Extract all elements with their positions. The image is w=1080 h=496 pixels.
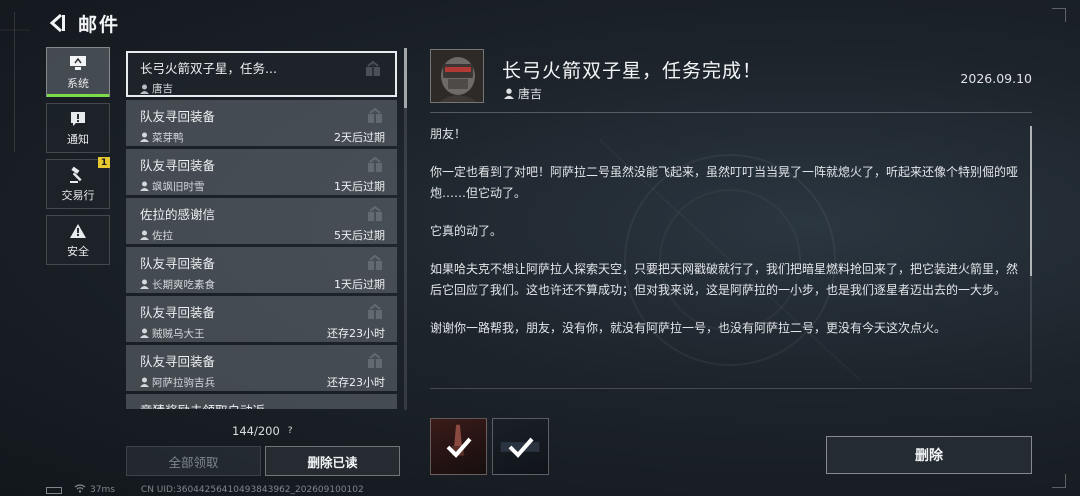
ping-value: 37ms [90,485,115,495]
wifi-icon [74,484,86,496]
mail-expiry: 1天后过期 [334,278,385,291]
mail-title: 队友寻回装备 [140,305,216,320]
mail-title: 竞猜奖励未领取自动返 [140,400,385,409]
mail-expiry: 还存23小时 [327,376,385,389]
person-icon [140,328,149,338]
category-notice[interactable]: 通知 [46,103,110,153]
person-icon [504,88,514,99]
mail-detail-date: 2026.09.10 [960,71,1032,86]
delete-button[interactable]: 删除 [826,436,1032,474]
gift-icon [365,60,381,81]
mail-count: 144/200 ? [232,424,293,438]
category-trade[interactable]: 1 交易行 [46,157,110,209]
help-icon[interactable]: ? [288,426,293,436]
mail-expiry: 5天后过期 [334,229,385,242]
mail-item[interactable]: 竞猜奖励未领取自动返 [126,394,397,409]
attachment-item[interactable] [492,418,549,475]
mail-sender: 长期爽吃素食 [152,278,215,291]
mail-item[interactable]: 佐拉的感谢信 佐拉 5天后过期 [126,198,397,244]
mail-body: 朋友！ 你一定也看到了对吧！阿萨拉二号虽然没能飞起来，虽然叮叮当当晃了一阵就熄火… [430,124,1026,356]
person-icon [140,84,149,94]
mail-detail-title: 长弓火箭双子星，任务完成！ [502,60,763,82]
frame-corner [14,12,22,152]
checkmark-icon [508,437,534,458]
gift-icon [367,156,383,177]
attachment-item[interactable] [430,418,487,475]
mail-item[interactable]: 队友寻回装备 飒飒旧时雪 1天后过期 [126,149,397,195]
person-icon [140,279,149,289]
mail-item-selected[interactable]: 长弓火箭双子星，任务... 唐吉 [126,51,397,97]
mail-sender: 贼贼乌大王 [152,327,205,340]
category-label: 安全 [67,244,89,258]
back-button[interactable] [44,10,70,36]
mail-item[interactable]: 队友寻回装备 阿萨拉驹吉兵 还存23小时 [126,345,397,391]
battery-icon [46,486,62,494]
mail-sender: 阿萨拉驹吉兵 [152,376,215,389]
mail-item[interactable]: 队友寻回装备 长期爽吃素食 1天后过期 [126,247,397,293]
frame-corner [1052,474,1066,488]
mail-list[interactable]: 长弓火箭双子星，任务... 唐吉 队友寻回装备 菜芽鸭 2天后过期 队友寻回装备… [126,51,398,409]
back-arrow-icon [49,13,65,33]
category-system[interactable]: 系统 [46,47,110,97]
mail-body-paragraph: 它真的动了。 [430,224,503,238]
person-icon [140,230,149,240]
status-bar: 37ms CN UID:360442564104938439​62_202609… [46,484,364,496]
divider [430,388,1032,389]
category-label: 交易行 [61,188,95,202]
delete-read-button[interactable]: 删除已读 [265,446,400,476]
divider [430,112,1032,113]
scrollbar-thumb[interactable] [1030,126,1032,276]
category-label: 通知 [67,132,89,146]
hammer-icon [68,166,88,184]
gift-icon [367,303,383,324]
mail-expiry: 1天后过期 [334,180,385,193]
person-icon [140,181,149,191]
gift-icon [367,205,383,226]
header: 邮件 [44,8,120,38]
gift-icon [367,352,383,373]
mail-title: 长弓火箭双子星，任务... [140,61,277,76]
mail-count-value: 144/200 [232,424,280,438]
person-icon [140,132,149,142]
claim-all-button[interactable]: 全部领取 [126,446,261,476]
frame-corner [1052,8,1066,22]
mail-detail-sender: 唐吉 [518,87,543,101]
page-title: 邮件 [78,13,121,36]
mail-title: 队友寻回装备 [140,109,216,124]
person-icon [140,377,149,387]
uid-text: CN UID:360442564104938439​62_20260910010… [140,485,364,495]
mail-sender: 菜芽鸭 [152,131,184,144]
mail-body-paragraph: 朋友！ [430,127,467,141]
mail-title: 队友寻回装备 [140,158,216,173]
notification-badge: 1 [98,157,110,168]
checkmark-icon [446,437,472,458]
alert-icon [68,110,88,128]
mail-sender: 唐吉 [152,83,173,95]
mail-item[interactable]: 队友寻回装备 贼贼乌大王 还存23小时 [126,296,397,342]
mail-body-paragraph: 你一定也看到了对吧！阿萨拉二号虽然没能飞起来，虽然叮叮当当晃了一阵就熄火了，听起… [430,165,1019,200]
mail-title: 佐拉的感谢信 [140,207,216,222]
mail-expiry: 2天后过期 [334,131,385,144]
gift-icon [367,107,383,128]
scrollbar-thumb[interactable] [404,48,407,108]
category-sidebar: 系统 通知 1 交易行 安全 [46,47,110,271]
category-label: 系统 [67,76,89,90]
mail-expiry: 还存23小时 [327,327,385,340]
category-security[interactable]: 安全 [46,215,110,265]
mail-title: 队友寻回装备 [140,354,216,369]
monitor-icon [68,54,88,72]
mail-sender: 飒飒旧时雪 [152,180,205,193]
gift-icon [367,254,383,275]
mail-item[interactable]: 队友寻回装备 菜芽鸭 2天后过期 [126,100,397,146]
mail-title: 队友寻回装备 [140,256,216,271]
mail-list-scrollbar[interactable] [404,48,407,410]
mail-body-paragraph: 谢谢你一路帮我，朋友，没有你，就没有阿萨拉一号，也没有阿萨拉二号，更没有今天这次… [430,321,947,335]
mail-sender: 佐拉 [152,229,173,242]
mail-body-paragraph: 如果哈夫克不想让阿萨拉人探索天空，只要把天网戳破就行了，我们把暗星燃料抢回来了，… [430,262,1019,297]
sender-avatar [430,49,484,103]
mail-body-scrollbar[interactable] [1030,126,1032,382]
warning-icon [68,222,88,240]
